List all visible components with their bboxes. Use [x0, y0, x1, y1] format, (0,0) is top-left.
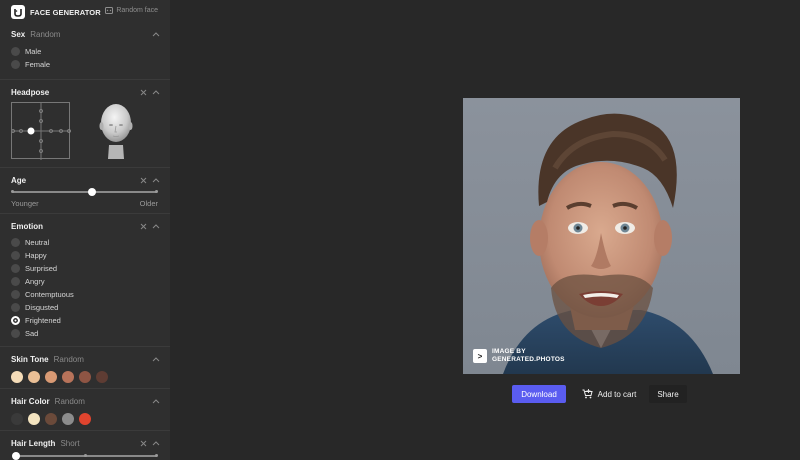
radio-button[interactable]: [11, 329, 20, 338]
sidebar: FACE GENERATOR Random face Sex Random Ma…: [0, 0, 170, 460]
close-icon[interactable]: [140, 89, 147, 96]
hair-length-title: Hair Length: [11, 438, 56, 448]
option-label: Disgusted: [25, 303, 59, 312]
chevron-up-icon[interactable]: [152, 398, 160, 404]
headpose-handle: [27, 127, 35, 135]
skin-tone-value: Random: [53, 354, 84, 364]
skin-tone-swatch[interactable]: [79, 371, 91, 383]
section-sex: Sex Random Male Female: [0, 22, 170, 80]
watermark-line-1: IMAGE BY: [492, 348, 526, 355]
age-title: Age: [11, 175, 27, 185]
share-button[interactable]: Share: [649, 385, 687, 403]
radio-button[interactable]: [11, 238, 20, 247]
option-label: Happy: [25, 251, 47, 260]
random-face-label: Random face: [116, 7, 158, 14]
add-to-cart-button[interactable]: Add to cart: [574, 385, 644, 403]
face-portrait-image: [463, 98, 740, 374]
main-area: > IMAGE BY GENERATED.PHOTOS Download Add…: [170, 0, 800, 460]
option-label: Surprised: [25, 264, 58, 273]
chevron-up-icon[interactable]: [152, 440, 160, 446]
emotion-option-disgusted[interactable]: Disgusted: [11, 301, 159, 314]
headpose-title: Headpose: [11, 87, 50, 97]
skin-tone-swatch[interactable]: [96, 371, 108, 383]
close-icon[interactable]: [140, 177, 147, 184]
age-slider-tick: [155, 190, 158, 193]
option-label: Frightened: [25, 316, 61, 325]
chevron-up-icon[interactable]: [152, 31, 160, 37]
skin-tone-title: Skin Tone: [11, 354, 49, 364]
hair-length-value: Short: [60, 438, 80, 448]
hair-color-swatch[interactable]: [28, 413, 40, 425]
download-button[interactable]: Download: [512, 385, 566, 403]
emotion-option-neutral[interactable]: Neutral: [11, 236, 159, 249]
dice-icon: [105, 7, 114, 14]
emotion-option-frightened[interactable]: Frightened: [11, 314, 159, 327]
option-label: Contemptuous: [25, 290, 74, 299]
radio-button[interactable]: [11, 303, 20, 312]
chevron-up-icon[interactable]: [152, 356, 160, 362]
generated-face-photo: > IMAGE BY GENERATED.PHOTOS: [463, 98, 740, 374]
option-label: Neutral: [25, 238, 50, 247]
age-slider-track[interactable]: [13, 191, 157, 193]
section-emotion: Emotion Neutral Happy Surprised Angry Contem…: [0, 214, 170, 347]
option-label: Female: [25, 60, 51, 69]
hair-color-swatch[interactable]: [45, 413, 57, 425]
head-model-image: [96, 101, 136, 166]
radio-button[interactable]: [11, 60, 20, 69]
close-icon[interactable]: [140, 440, 147, 447]
radio-button[interactable]: [11, 277, 20, 286]
chevron-up-icon[interactable]: [152, 89, 160, 95]
random-face-button[interactable]: Random face: [105, 7, 158, 14]
watermark: > IMAGE BY GENERATED.PHOTOS: [473, 348, 565, 364]
sidebar-header: FACE GENERATOR Random face: [0, 0, 170, 22]
option-label: Sad: [25, 329, 39, 338]
hair-color-swatch[interactable]: [79, 413, 91, 425]
chevron-up-icon[interactable]: [152, 223, 160, 229]
cart-icon: [582, 389, 593, 399]
emotion-option-happy[interactable]: Happy: [11, 249, 159, 262]
emotion-title: Emotion: [11, 221, 43, 231]
app-title: FACE GENERATOR: [30, 7, 101, 17]
hair-length-slider-thumb[interactable]: [12, 452, 20, 460]
skin-tone-swatch[interactable]: [45, 371, 57, 383]
hair-length-slider-tick: [155, 454, 158, 457]
sex-value: Random: [30, 29, 61, 39]
radio-button[interactable]: [11, 47, 20, 56]
chevron-up-icon[interactable]: [152, 177, 160, 183]
emotion-option-angry[interactable]: Angry: [11, 275, 159, 288]
skin-tone-swatch[interactable]: [11, 371, 23, 383]
age-min-label: Younger: [11, 199, 39, 208]
option-label: Angry: [25, 277, 45, 286]
watermark-line-2: GENERATED.PHOTOS: [492, 356, 565, 363]
watermark-logo-icon: >: [473, 349, 487, 363]
hair-color-title: Hair Color: [11, 396, 50, 406]
logo-icon: [11, 5, 25, 19]
headpose-grid: [11, 103, 71, 160]
sex-title: Sex: [11, 29, 26, 39]
radio-button[interactable]: [11, 290, 20, 299]
emotion-option-sad[interactable]: Sad: [11, 327, 159, 340]
add-to-cart-label: Add to cart: [597, 389, 637, 399]
emotion-option-contemptuous[interactable]: Contemptuous: [11, 288, 159, 301]
emotion-option-surprised[interactable]: Surprised: [11, 262, 159, 275]
radio-button[interactable]: [11, 316, 20, 325]
hair-length-slider-tick: [84, 454, 87, 457]
option-label: Male: [25, 47, 42, 56]
sex-option-male[interactable]: Male: [11, 45, 159, 58]
sex-option-female[interactable]: Female: [11, 58, 159, 71]
skin-tone-swatch[interactable]: [28, 371, 40, 383]
close-icon[interactable]: [140, 223, 147, 230]
age-slider-tick: [11, 190, 14, 193]
headpose-pad[interactable]: [11, 102, 71, 160]
skin-tone-swatch[interactable]: [62, 371, 74, 383]
hair-color-swatch[interactable]: [62, 413, 74, 425]
radio-button[interactable]: [11, 264, 20, 273]
hair-color-value: Random: [54, 396, 85, 406]
emotion-options: Neutral Happy Surprised Angry Contemptuous Di…: [11, 236, 159, 340]
age-max-label: Older: [139, 199, 158, 208]
radio-button[interactable]: [11, 251, 20, 260]
hair-color-swatch[interactable]: [11, 413, 23, 425]
